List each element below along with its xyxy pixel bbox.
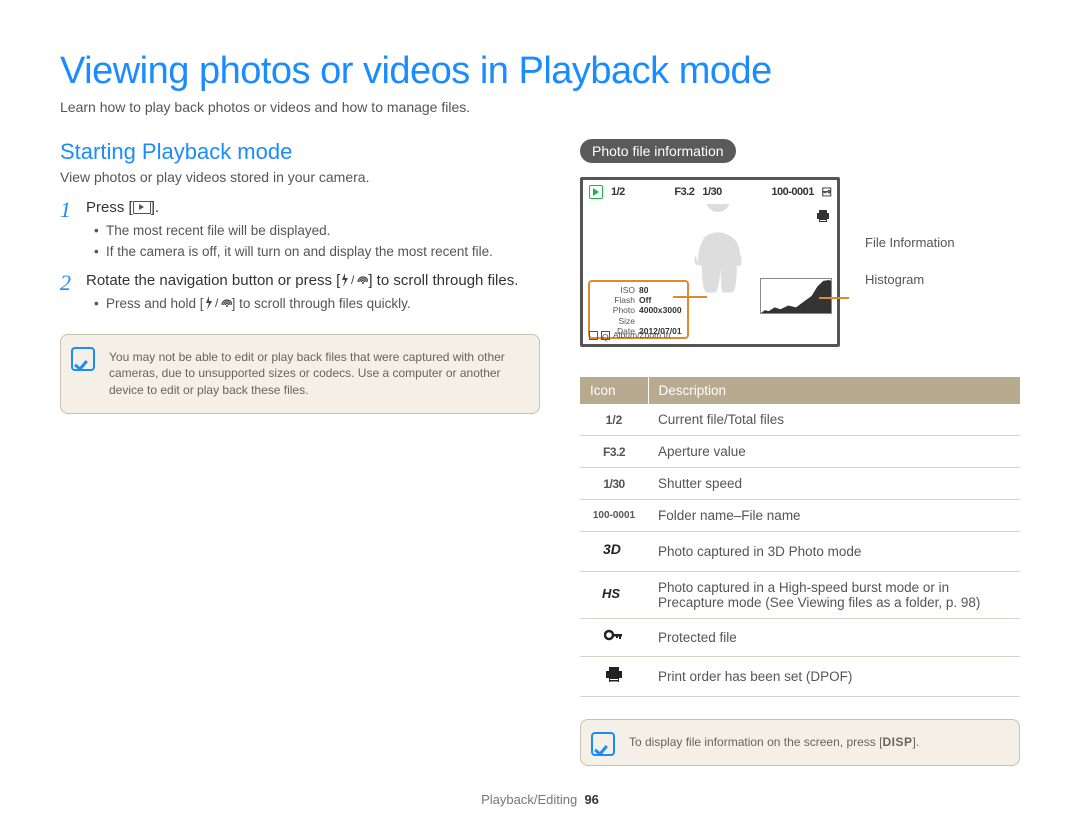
table-head-desc: Description	[648, 377, 1020, 404]
note-box: You may not be able to edit or play back…	[60, 334, 540, 414]
step-2: 2 Rotate the navigation button or press …	[60, 272, 540, 316]
grid-icon	[589, 331, 598, 340]
lcd-callout-labels: File Information Histogram	[865, 235, 955, 287]
step-number: 2	[60, 272, 76, 316]
icon-cell	[580, 657, 648, 697]
3d-icon: 3D	[603, 542, 625, 562]
icon-cell	[580, 619, 648, 657]
flash-wifi-icon: /	[204, 296, 232, 310]
desc-cell: Current file/Total files	[648, 404, 1020, 436]
lcd-histogram	[760, 278, 832, 314]
note-text: To display file information on the scree…	[629, 735, 919, 749]
step-1: 1 Press []. The most recent file will be…	[60, 199, 540, 264]
table-row: HS Photo captured in a High-speed burst …	[580, 572, 1020, 619]
desc-cell: Shutter speed	[648, 468, 1020, 500]
key-icon: ⚿	[820, 187, 832, 196]
left-column: Starting Playback mode View photos or pl…	[60, 139, 540, 766]
icon-cell: 3D	[580, 532, 648, 572]
step-bullet: Press and hold [/] to scroll through fil…	[94, 295, 540, 314]
playback-mode-icon	[589, 185, 603, 199]
lcd-count: 1/2	[611, 186, 625, 198]
right-column: Photo file information 1/2 F3.2 1/30 100…	[580, 139, 1020, 766]
table-row: F3.2 Aperture value	[580, 436, 1020, 468]
table-row: 100-0001 Folder name–File name	[580, 500, 1020, 532]
lcd-folder: 100-0001	[771, 186, 814, 198]
footer-section: Playback/Editing	[481, 792, 577, 807]
page-footer: Playback/Editing 96	[60, 792, 1020, 807]
svg-text:3D: 3D	[603, 541, 621, 557]
table-row: Protected file	[580, 619, 1020, 657]
content-columns: Starting Playback mode View photos or pl…	[60, 139, 1020, 766]
flash-wifi-icon: /	[340, 273, 368, 287]
icon-description-table: Icon Description 1/2 Current file/Total …	[580, 377, 1020, 697]
lcd-top-bar: 1/2 F3.2 1/30 100-0001 ⚿	[583, 180, 837, 204]
lcd-shutter: 1/30	[702, 186, 721, 198]
desc-cell: Print order has been set (DPOF)	[648, 657, 1020, 697]
lcd-illustration-wrap: 1/2 F3.2 1/30 100-0001 ⚿	[580, 177, 1020, 357]
page-intro: Learn how to play back photos or videos …	[60, 99, 1020, 115]
key-icon	[604, 627, 624, 647]
svg-text:/: /	[215, 296, 219, 310]
note-box: To display file information on the scree…	[580, 719, 1020, 766]
icon-cell: 1/2	[580, 404, 648, 436]
icon-cell: HS	[580, 572, 648, 619]
lcd-aperture: F3.2	[674, 186, 694, 198]
desc-cell: Protected file	[648, 619, 1020, 657]
step-text: Rotate the navigation button or press [/…	[86, 272, 540, 289]
highspeed-icon: HS	[602, 585, 626, 605]
page-title: Viewing photos or videos in Playback mod…	[60, 50, 1020, 93]
desc-cell: Photo captured in a High-speed burst mod…	[648, 572, 1020, 619]
playback-button-icon	[133, 201, 151, 214]
desc-cell: Folder name–File name	[648, 500, 1020, 532]
table-row: 1/30 Shutter speed	[580, 468, 1020, 500]
table-head-icon: Icon	[580, 377, 648, 404]
section-sub: View photos or play videos stored in you…	[60, 169, 540, 185]
lcd-foot-hint: Q Album/Zoom In	[589, 330, 671, 340]
svg-text:HS: HS	[602, 586, 620, 601]
lcd-right-icons	[815, 208, 831, 226]
camera-lcd-illustration: 1/2 F3.2 1/30 100-0001 ⚿	[580, 177, 840, 347]
desc-cell: Aperture value	[648, 436, 1020, 468]
grid-icon: Q	[601, 331, 610, 340]
callout-histogram: Histogram	[865, 272, 955, 287]
table-row: Print order has been set (DPOF)	[580, 657, 1020, 697]
svg-text:/: /	[351, 273, 355, 287]
disp-button-label: DISP	[882, 735, 912, 749]
step-bullet: The most recent file will be displayed.	[94, 222, 540, 241]
print-icon	[815, 208, 831, 226]
step-number: 1	[60, 199, 76, 264]
step-bullet: If the camera is off, it will turn on an…	[94, 243, 540, 262]
table-row: 3D Photo captured in 3D Photo mode	[580, 532, 1020, 572]
icon-cell: 100-0001	[580, 500, 648, 532]
section-heading: Starting Playback mode	[60, 139, 540, 165]
callout-file-info: File Information	[865, 235, 955, 250]
desc-cell: Photo captured in 3D Photo mode	[648, 532, 1020, 572]
icon-cell: F3.2	[580, 436, 648, 468]
manual-page: Viewing photos or videos in Playback mod…	[0, 0, 1080, 815]
subsection-badge: Photo file information	[580, 139, 736, 163]
footer-page-number: 96	[584, 792, 598, 807]
note-check-icon	[71, 347, 95, 371]
note-check-icon	[591, 732, 615, 756]
note-text: You may not be able to edit or play back…	[109, 350, 505, 398]
step-text: Press [].	[86, 199, 540, 216]
icon-cell: 1/30	[580, 468, 648, 500]
printer-icon	[604, 667, 624, 687]
table-row: 1/2 Current file/Total files	[580, 404, 1020, 436]
